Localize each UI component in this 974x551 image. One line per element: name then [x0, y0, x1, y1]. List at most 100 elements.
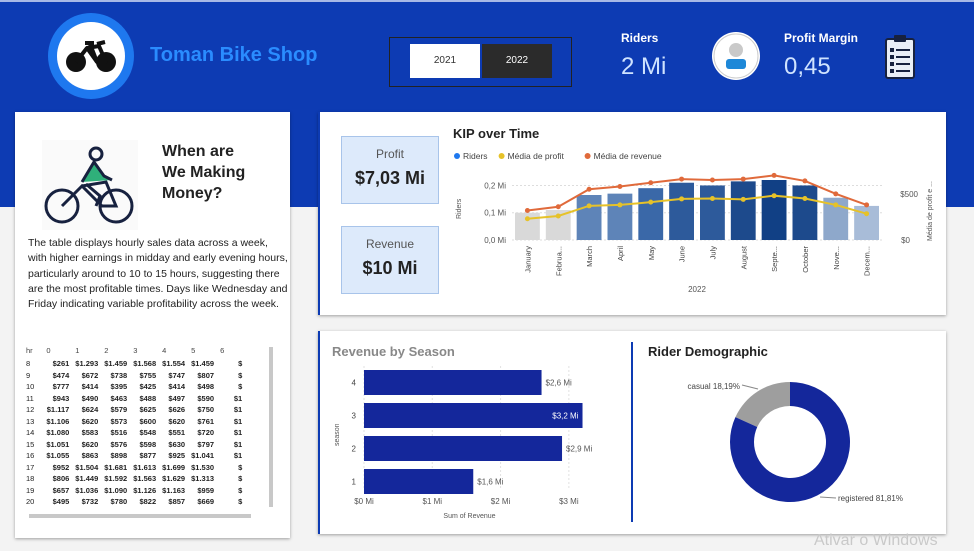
matrix-cell: $1.681	[104, 462, 128, 472]
year-2022-button[interactable]: 2022	[482, 44, 552, 78]
matrix-row: 15 $1.051 $620 $576 $598 $630 $797 $1	[26, 439, 248, 451]
revenue-label: Revenue	[365, 237, 415, 251]
legend-marker	[498, 153, 505, 159]
profit-margin-value: 0,45	[784, 53, 831, 80]
matrix-cell: $959	[197, 485, 215, 495]
matrix-cell: $857	[168, 497, 186, 507]
matrix-cell: $488	[139, 393, 157, 403]
matrix-cell: $573	[110, 416, 128, 426]
matrix-row: 10 $777 $414 $395 $425 $414 $498 $	[26, 381, 248, 393]
matrix-cell: $1.568	[133, 359, 157, 369]
matrix-cell: $626	[168, 405, 186, 415]
profit-margin-label: Profit Margin	[784, 31, 858, 45]
matrix-cell: $	[238, 497, 243, 507]
rider-demographic-title: Rider Demographic	[648, 344, 768, 359]
y2-tick-label: $500	[900, 190, 918, 199]
user-icon	[712, 32, 760, 80]
profit-point	[864, 211, 870, 217]
matrix-cell: $576	[110, 439, 128, 449]
revenue-kpi-box: Revenue $10 Mi	[341, 226, 439, 294]
matrix-cell: $943	[52, 393, 70, 403]
header-top-border	[0, 0, 974, 2]
matrix-cell: $877	[139, 451, 157, 461]
matrix-vertical-scrollbar[interactable]	[269, 347, 273, 507]
hourly-sales-matrix[interactable]: hr 0 1 2 3 4 5 6 8 $261 $1.293 $1.459 $1.568 $1.554 $…	[26, 343, 276, 513]
matrix-cell: $620	[81, 439, 99, 449]
x-axis-label: Sum of Revenue	[443, 513, 495, 520]
profit-point	[740, 196, 746, 202]
matrix-cell: $	[238, 359, 243, 369]
matrix-cell: $720	[197, 428, 215, 438]
kip-card-accent	[318, 112, 320, 315]
riders-label: Riders	[621, 31, 659, 45]
matrix-row: 17 $952 $1.504 $1.681 $1.613 $1.699 $1.530 $	[26, 462, 248, 474]
matrix-cell: $1.449	[75, 474, 99, 484]
matrix-cell: $1	[233, 393, 243, 403]
matrix-cell: $806	[52, 474, 70, 484]
x-tick-label: July	[708, 246, 717, 260]
card-divider	[631, 342, 633, 522]
kip-over-time-chart: Riders Média de profit Média de revenue 0,2…	[454, 151, 934, 294]
revenue-point	[648, 180, 654, 186]
matrix-cell: $	[238, 370, 243, 380]
casual-data-label: casual 18,19%	[688, 382, 740, 391]
season-card-accent	[318, 331, 320, 534]
matrix-cell: $898	[110, 451, 128, 461]
x-tick-label: $3 Mi	[559, 497, 579, 506]
matrix-cell: $1.055	[46, 451, 70, 461]
matrix-horizontal-scrollbar[interactable]	[29, 514, 251, 518]
matrix-cell: $925	[168, 451, 186, 461]
x-tick-label: Decem...	[863, 246, 872, 276]
matrix-cell: $395	[110, 382, 128, 392]
registered-data-label: registered 81,81%	[838, 494, 903, 503]
x-tick-label: $0 Mi	[354, 497, 374, 506]
matrix-cell: $579	[110, 405, 128, 415]
bike-icon	[66, 40, 116, 72]
when-card-title: When are We Making Money?	[162, 143, 246, 202]
matrix-cell: 11	[26, 393, 34, 403]
x-tick-label: Septe...	[770, 246, 779, 272]
y2-axis-label: Média de profit e ...	[927, 181, 934, 241]
season-bar	[364, 469, 474, 494]
matrix-cell: 10	[26, 382, 35, 392]
matrix-cell: $1.313	[191, 474, 215, 484]
x-tick-label: April	[616, 246, 625, 261]
matrix-cell: $761	[197, 416, 215, 426]
y-axis-label: season	[334, 423, 341, 446]
matrix-cell: $516	[110, 428, 128, 438]
matrix-cell: $1.036	[75, 485, 99, 495]
profit-point	[802, 195, 808, 201]
leader-line	[741, 384, 759, 390]
revenue-point	[617, 183, 623, 189]
riders-bar	[730, 181, 756, 240]
matrix-row: 20 $495 $732 $780 $822 $857 $669 $	[26, 496, 248, 508]
bar-data-label: $2,9 Mi	[566, 445, 592, 454]
riders-value: 2 Mi	[621, 53, 667, 80]
matrix-cell: $261	[52, 359, 70, 369]
matrix-cell: $498	[197, 382, 215, 392]
matrix-cell: $1.090	[104, 485, 128, 495]
matrix-cell: $863	[81, 451, 99, 461]
revenue-point	[864, 202, 870, 208]
x-tick-label: August	[739, 245, 748, 269]
matrix-cell: $732	[81, 497, 99, 507]
matrix-row: 12 $1.117 $624 $579 $625 $626 $750 $1	[26, 404, 248, 416]
kip-chart-title: KIP over Time	[453, 126, 540, 141]
activation-watermark: Ativar o Windows	[814, 532, 938, 549]
matrix-cell: $1	[233, 428, 243, 438]
matrix-cell: 18	[26, 474, 35, 484]
matrix-cell: $1.530	[191, 462, 215, 472]
matrix-cell: $497	[168, 393, 186, 403]
bar-data-label: $1,6 Mi	[477, 478, 503, 487]
matrix-cell: $755	[139, 370, 157, 380]
matrix-cell: $1.504	[75, 462, 99, 472]
matrix-cell: $1	[233, 451, 243, 461]
revenue-point	[740, 176, 746, 182]
year-2021-button[interactable]: 2021	[410, 44, 480, 78]
revenue-point	[771, 172, 777, 178]
y-tick-label: 0,0 Mi	[484, 236, 506, 245]
matrix-cell: $	[238, 462, 243, 472]
matrix-cell: 16	[26, 451, 35, 461]
legend-marker	[454, 153, 460, 159]
profit-point	[586, 203, 592, 209]
